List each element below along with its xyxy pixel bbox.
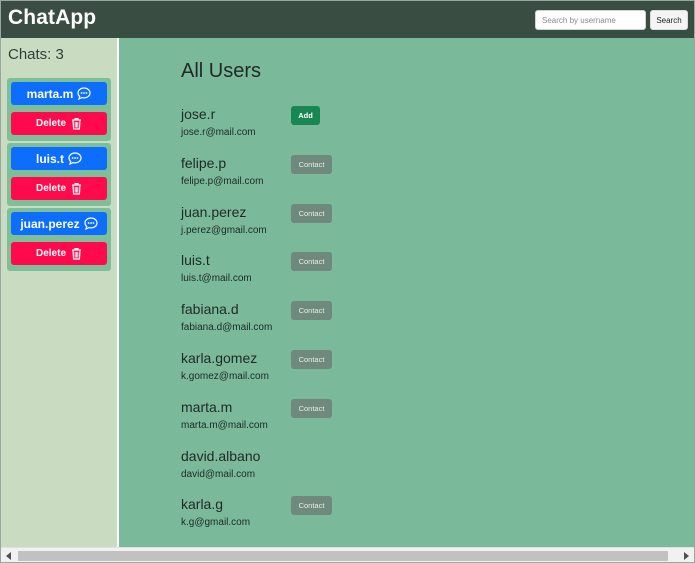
page-title: All Users <box>181 60 262 82</box>
contact-button[interactable]: Contact <box>291 350 332 369</box>
open-chat-button[interactable]: marta.m <box>11 82 107 105</box>
delete-label: Delete <box>35 118 66 129</box>
user-email: fabiana.d@mail.com <box>181 322 273 333</box>
chats-count: Chats: 3 <box>8 46 64 63</box>
user-row: juan.perez j.perez@gmail.com Contact <box>181 204 481 244</box>
user-email: k.g@gmail.com <box>181 517 251 528</box>
add-user-button[interactable]: Add <box>291 106 320 125</box>
scroll-left-arrow-icon[interactable] <box>6 552 11 560</box>
delete-label: Delete <box>35 183 66 194</box>
navbar: ChatApp Search <box>1 1 694 38</box>
chat-name: marta.m <box>26 86 74 101</box>
contact-button[interactable]: Contact <box>291 252 332 271</box>
user-email: luis.t@mail.com <box>181 273 252 284</box>
chat-card: juan.perez Delete <box>7 208 111 271</box>
chat-bubble-icon <box>77 87 91 100</box>
chat-card: luis.t Delete <box>7 143 111 206</box>
username: fabiana.d <box>181 301 239 317</box>
chat-bubble-icon <box>84 217 98 230</box>
open-chat-button[interactable]: luis.t <box>11 147 107 170</box>
chat-name: luis.t <box>35 151 64 166</box>
user-row: marta.m marta.m@mail.com Contact <box>181 399 481 439</box>
user-row: karla.gomez k.gomez@mail.com Contact <box>181 350 481 390</box>
username: luis.t <box>181 252 210 268</box>
search-input[interactable] <box>535 10 646 30</box>
trash-icon <box>71 182 82 195</box>
user-email: jose.r@mail.com <box>181 127 256 138</box>
username: marta.m <box>181 399 233 415</box>
delete-chat-button[interactable]: Delete <box>11 242 107 265</box>
chat-name: juan.perez <box>20 216 80 231</box>
contact-button[interactable]: Contact <box>291 155 332 174</box>
username: jose.r <box>181 106 216 122</box>
trash-icon <box>71 117 82 130</box>
user-row: felipe.p felipe.p@mail.com Contact <box>181 155 481 195</box>
chat-card: marta.m Delete <box>7 78 111 141</box>
user-email: felipe.p@mail.com <box>181 176 264 187</box>
username: felipe.p <box>181 155 227 171</box>
horizontal-scrollbar[interactable] <box>1 547 694 562</box>
trash-icon <box>71 247 82 260</box>
user-row: fabiana.d fabiana.d@mail.com Contact <box>181 301 481 341</box>
user-row: luis.t luis.t@mail.com Contact <box>181 252 481 292</box>
delete-chat-button[interactable]: Delete <box>11 177 107 200</box>
user-email: k.gomez@mail.com <box>181 371 269 382</box>
contact-button[interactable]: Contact <box>291 204 332 223</box>
sidebar: Chats: 3 marta.m Delete luis.t Delete ju… <box>1 38 118 547</box>
chat-bubble-icon <box>68 152 82 165</box>
username: juan.perez <box>181 204 247 220</box>
username: karla.gomez <box>181 350 258 366</box>
user-email: david@mail.com <box>181 469 256 480</box>
scroll-right-arrow-icon[interactable] <box>684 552 689 560</box>
app-window: ChatApp Search Chats: 3 marta.m Delete l… <box>0 0 695 563</box>
user-email: j.perez@gmail.com <box>181 225 267 236</box>
search-button[interactable]: Search <box>650 10 688 30</box>
contact-button[interactable]: Contact <box>291 496 332 515</box>
user-row: jose.r jose.r@mail.com Add <box>181 106 481 146</box>
contact-button[interactable]: Contact <box>291 301 332 320</box>
open-chat-button[interactable]: juan.perez <box>11 212 107 235</box>
user-row: david.albano david@mail.com <box>181 448 481 488</box>
brand-logo[interactable]: ChatApp <box>8 6 96 30</box>
delete-label: Delete <box>35 248 66 259</box>
contact-button[interactable]: Contact <box>291 399 332 418</box>
username: karla.g <box>181 496 224 512</box>
user-email: marta.m@mail.com <box>181 420 268 431</box>
main-content: All Users jose.r jose.r@mail.com Add fel… <box>119 38 694 547</box>
user-row: karla.g k.g@gmail.com Contact <box>181 496 481 536</box>
username: david.albano <box>181 448 261 464</box>
scrollbar-thumb[interactable] <box>18 551 668 561</box>
delete-chat-button[interactable]: Delete <box>11 112 107 135</box>
